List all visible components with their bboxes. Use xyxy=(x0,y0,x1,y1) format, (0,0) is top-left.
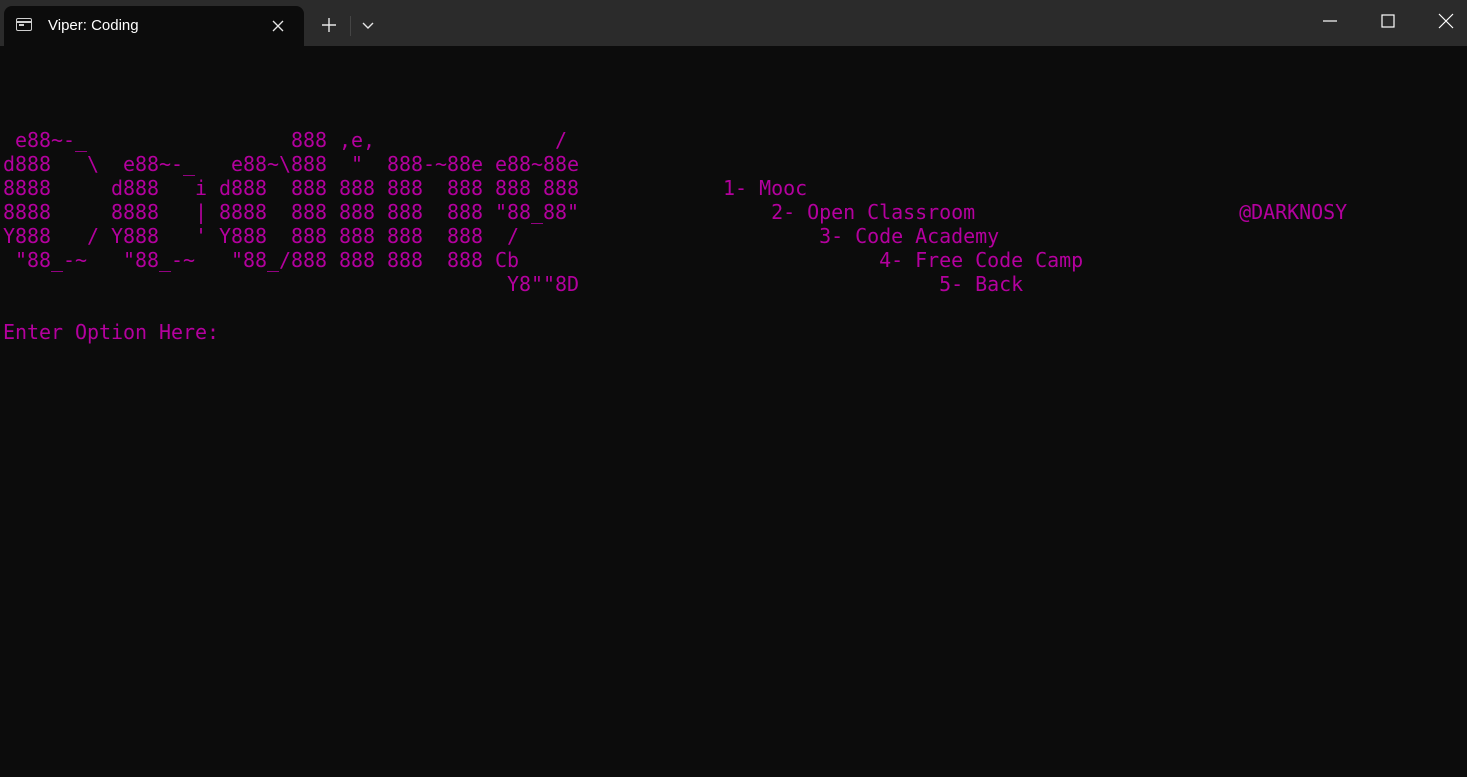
tab-viper-coding[interactable]: Viper: Coding xyxy=(4,6,304,46)
ascii-art-line-1: e88~-_ 888 ,e, / xyxy=(3,128,568,152)
new-tab-button[interactable] xyxy=(316,12,342,38)
menu-line-code-academy: Y888 / Y888 ' Y888 888 888 888 888 / 3- … xyxy=(3,224,1000,248)
chevron-down-icon[interactable] xyxy=(356,12,380,38)
terminal-window: Viper: Coding e88~-_ 888 ,e, / d888 \ e8… xyxy=(0,0,1467,777)
close-icon[interactable] xyxy=(1428,6,1464,36)
minimize-icon[interactable] xyxy=(1312,6,1348,36)
tab-close-icon[interactable] xyxy=(266,14,290,38)
ascii-art-line-2: d888 \ e88~-_ e88~\888 " 888-~88e e88~88… xyxy=(3,152,580,176)
menu-line-free-code-camp: "88_-~ "88_-~ "88_/888 888 888 888 Cb 4-… xyxy=(3,248,1084,272)
maximize-icon[interactable] xyxy=(1370,6,1406,36)
tab-title: Viper: Coding xyxy=(48,17,139,34)
title-bar: Viper: Coding xyxy=(0,0,1467,46)
menu-line-mooc: 8888 d888 i d888 888 888 888 888 888 888… xyxy=(3,176,808,200)
tab-separator xyxy=(350,16,351,36)
menu-line-back: Y8""8D 5- Back xyxy=(3,272,1024,296)
terminal-output[interactable]: e88~-_ 888 ,e, / d888 \ e88~-_ e88~\888 … xyxy=(0,46,1467,777)
input-prompt[interactable]: Enter Option Here: xyxy=(3,320,219,344)
menu-line-open-classroom: 8888 8888 | 8888 888 888 888 888 "88_88"… xyxy=(3,200,1348,224)
terminal-icon xyxy=(16,18,32,31)
